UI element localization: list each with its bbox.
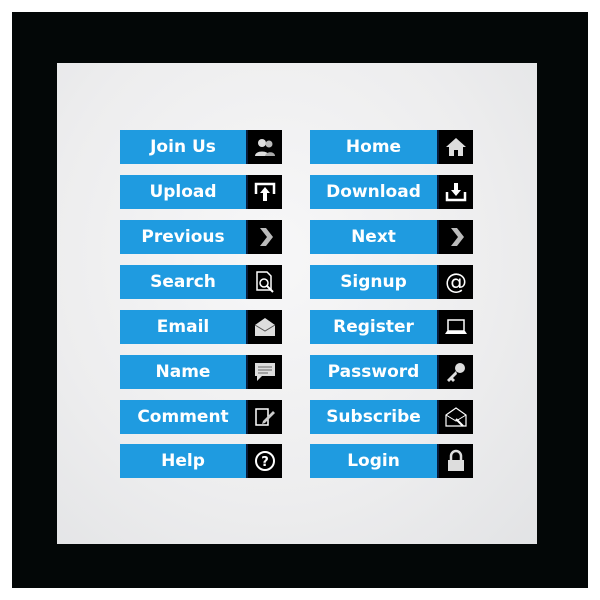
- upload-label: Upload: [120, 175, 246, 209]
- speech-bubble-icon: [246, 355, 282, 389]
- edit-document-icon: [246, 400, 282, 434]
- at-icon: @: [437, 265, 473, 299]
- login-label: Login: [310, 444, 437, 478]
- key-icon: [437, 355, 473, 389]
- search-label: Search: [120, 265, 246, 299]
- padlock-icon: [437, 444, 473, 478]
- join-us-label: Join Us: [120, 130, 246, 164]
- envelope-icon: [246, 310, 282, 344]
- upload-icon: [246, 175, 282, 209]
- document-search-icon: [246, 265, 282, 299]
- question-circle-icon: ?: [246, 444, 282, 478]
- subscribe-label: Subscribe: [310, 400, 437, 434]
- join-us-button[interactable]: Join Us: [120, 130, 282, 164]
- upload-button[interactable]: Upload: [120, 175, 282, 209]
- password-button[interactable]: Password: [310, 355, 473, 389]
- users-icon: [246, 130, 282, 164]
- help-label: Help: [120, 444, 246, 478]
- register-label: Register: [310, 310, 437, 344]
- password-label: Password: [310, 355, 437, 389]
- chevron-right-icon: [246, 220, 282, 254]
- signup-button[interactable]: Signup @: [310, 265, 473, 299]
- svg-text:?: ?: [261, 455, 269, 470]
- download-icon: [437, 175, 473, 209]
- comment-button[interactable]: Comment: [120, 400, 282, 434]
- next-label: Next: [310, 220, 437, 254]
- name-button[interactable]: Name: [120, 355, 282, 389]
- signup-label: Signup: [310, 265, 437, 299]
- email-button[interactable]: Email: [120, 310, 282, 344]
- next-button[interactable]: Next: [310, 220, 473, 254]
- open-envelope-icon: [437, 400, 473, 434]
- download-button[interactable]: Download: [310, 175, 473, 209]
- chevron-right-icon: [437, 220, 473, 254]
- previous-button[interactable]: Previous: [120, 220, 282, 254]
- home-icon: [437, 130, 473, 164]
- laptop-icon: [437, 310, 473, 344]
- help-button[interactable]: Help?: [120, 444, 282, 478]
- subscribe-button[interactable]: Subscribe: [310, 400, 473, 434]
- home-label: Home: [310, 130, 437, 164]
- svg-text:@: @: [445, 270, 467, 294]
- name-label: Name: [120, 355, 246, 389]
- download-label: Download: [310, 175, 437, 209]
- login-button[interactable]: Login: [310, 444, 473, 478]
- register-button[interactable]: Register: [310, 310, 473, 344]
- previous-label: Previous: [120, 220, 246, 254]
- email-label: Email: [120, 310, 246, 344]
- comment-label: Comment: [120, 400, 246, 434]
- home-button[interactable]: Home: [310, 130, 473, 164]
- search-button[interactable]: Search: [120, 265, 282, 299]
